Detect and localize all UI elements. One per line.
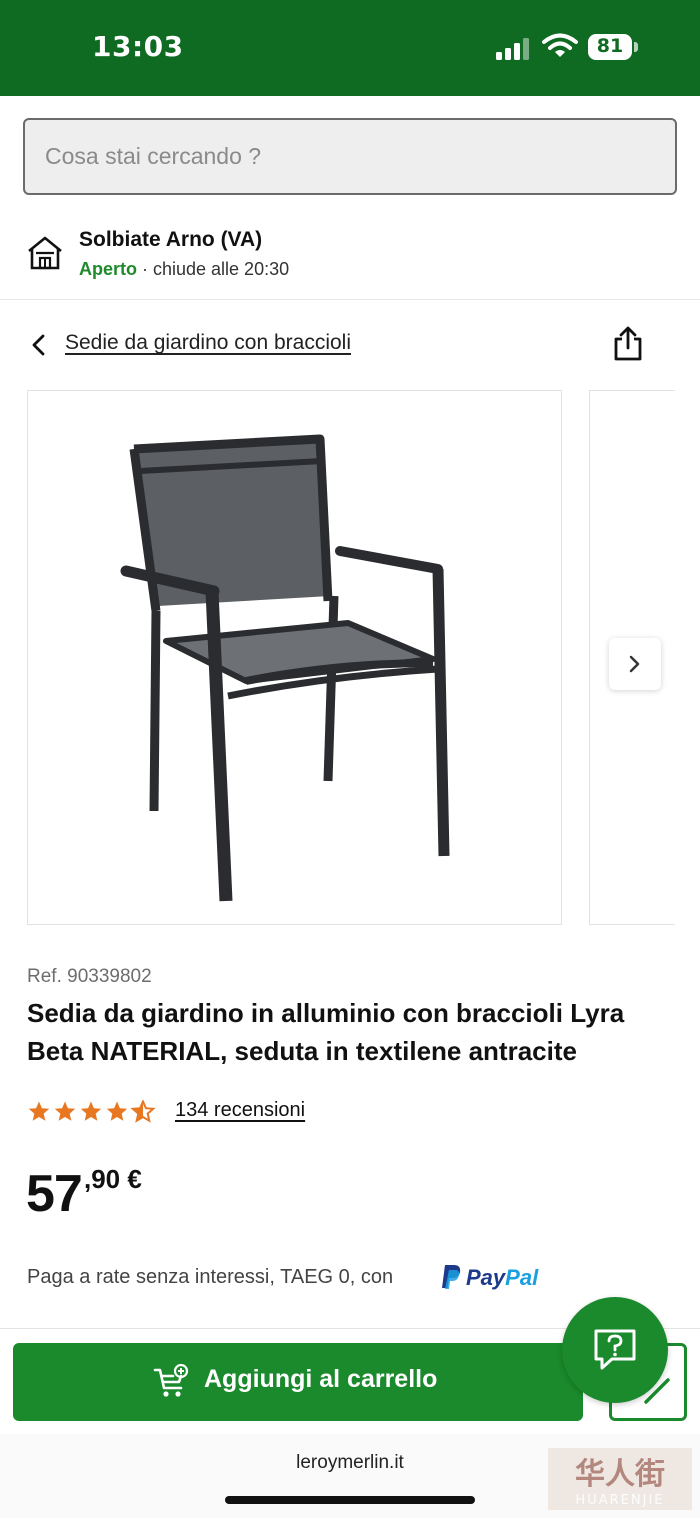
product-ref: Ref. 90339802	[27, 966, 152, 987]
help-chat-icon	[594, 1329, 636, 1370]
help-chat-button[interactable]	[562, 1297, 668, 1403]
add-to-cart-button[interactable]: Aggiungi al carrello	[13, 1343, 583, 1421]
store-name: Solbiate Arno (VA)	[79, 228, 263, 251]
store-icon	[28, 236, 62, 270]
battery-level: 81	[596, 35, 624, 57]
battery-icon: 81	[588, 34, 638, 60]
home-indicator[interactable]	[225, 1496, 475, 1504]
add-cart-icon	[153, 1364, 189, 1397]
paypal-pay: Pay	[466, 1265, 506, 1290]
chevron-right-icon	[629, 655, 640, 673]
price-integer: 57	[26, 1165, 83, 1223]
gallery-next-button[interactable]	[609, 638, 661, 690]
paypal-pal: Pal	[505, 1265, 539, 1290]
product-gallery[interactable]	[0, 389, 700, 927]
cellular-signal-icon	[496, 38, 529, 60]
svg-text:HUARENJIE: HUARENJIE	[575, 1493, 664, 1508]
share-icon[interactable]	[612, 326, 644, 362]
svg-text:华人街: 华人街	[575, 1457, 665, 1492]
status-bar: 13:03 81	[0, 0, 700, 96]
status-time: 13:03	[92, 30, 184, 63]
store-hours: · chiude alle 20:30	[137, 259, 290, 279]
rating-stars-icon	[28, 1100, 155, 1122]
search-input[interactable]	[45, 120, 645, 193]
add-to-cart-label: Aggiungi al carrello	[204, 1365, 438, 1393]
watermark-logo: 华人街 HUARENJIE	[548, 1448, 692, 1510]
product-image[interactable]	[27, 390, 562, 925]
chevron-left-icon[interactable]	[28, 332, 50, 358]
reviews-link[interactable]: 134 recensioni	[175, 1099, 305, 1122]
installments-text: Paga a rate senza interessi, TAEG 0, con	[27, 1266, 394, 1288]
product-rating: 134 recensioni	[27, 1098, 347, 1126]
store-open-label: Aperto	[79, 259, 137, 279]
breadcrumb-link[interactable]: Sedie da giardino con braccioli	[65, 331, 351, 355]
search-box[interactable]	[23, 118, 677, 195]
breadcrumb: Sedie da giardino con braccioli	[0, 316, 700, 372]
paypal-logo: PayPal	[440, 1263, 546, 1293]
store-selector[interactable]: Solbiate Arno (VA) Aperto · chiude alle …	[0, 210, 700, 300]
wifi-icon	[542, 33, 578, 57]
store-status: Aperto · chiude alle 20:30	[79, 259, 289, 280]
paypal-icon	[442, 1265, 461, 1289]
chair-illustration	[120, 434, 450, 902]
product-price: 57 ,90 €	[26, 1160, 326, 1230]
product-title: Sedia da giardino in alluminio con bracc…	[27, 998, 625, 1066]
price-decimals: ,90 €	[84, 1164, 142, 1194]
